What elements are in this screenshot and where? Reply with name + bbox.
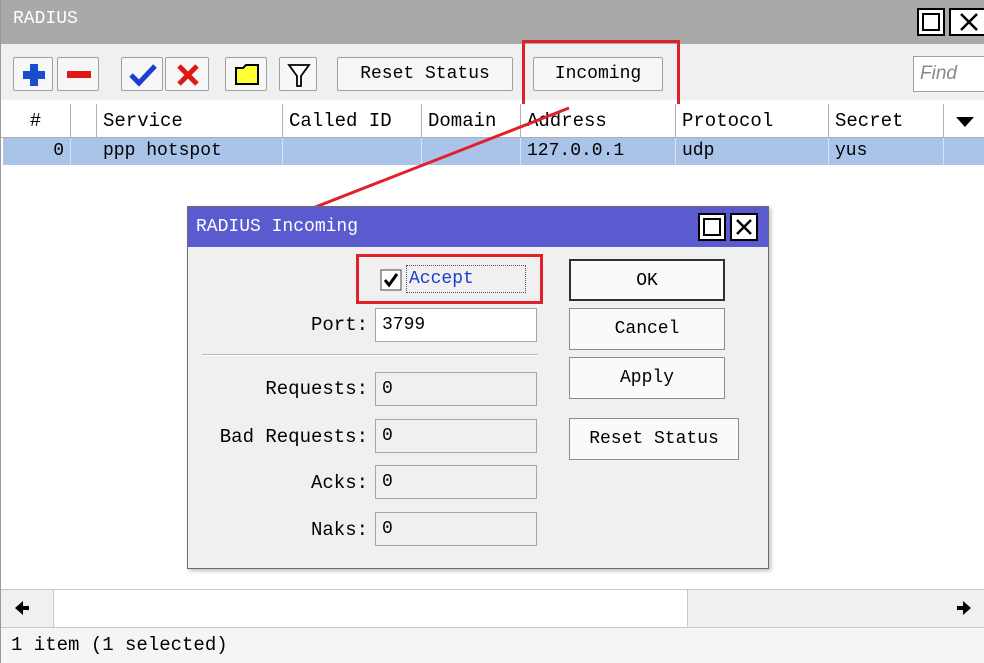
acks-field: 0 — [375, 465, 537, 499]
arrow-left-icon[interactable] — [13, 598, 31, 618]
naks-field: 0 — [375, 512, 537, 546]
dialog-close-button[interactable] — [730, 213, 758, 241]
cancel-button[interactable]: Cancel — [569, 308, 725, 350]
radius-incoming-dialog: RADIUS Incoming Accept Port: 3799 Reques… — [187, 206, 769, 569]
acks-label: Acks: — [310, 472, 368, 494]
radius-window: RADIUS Reset Status Incoming Find # Serv… — [0, 0, 984, 663]
apply-button[interactable]: Apply — [569, 357, 725, 399]
dialog-title: RADIUS Incoming — [196, 217, 359, 237]
reset-status-dialog-button[interactable]: Reset Status — [569, 418, 739, 460]
divider — [202, 354, 538, 356]
maximize-icon — [703, 218, 721, 236]
port-input[interactable]: 3799 — [375, 308, 537, 342]
dialog-maximize-button[interactable] — [698, 213, 726, 241]
naks-label: Naks: — [310, 519, 368, 541]
scrollbar-track[interactable] — [53, 590, 688, 628]
bad-requests-field: 0 — [375, 419, 537, 453]
arrow-right-icon[interactable] — [955, 598, 973, 618]
close-icon — [736, 219, 752, 235]
requests-label: Requests: — [265, 378, 368, 400]
status-text: 1 item (1 selected) — [11, 634, 228, 656]
ok-button[interactable]: OK — [569, 259, 725, 301]
bad-requests-label: Bad Requests: — [219, 426, 368, 448]
port-label: Port: — [310, 314, 368, 336]
horizontal-scrollbar[interactable] — [1, 589, 984, 628]
status-bar: 1 item (1 selected) — [1, 627, 984, 663]
requests-field: 0 — [375, 372, 537, 406]
dialog-titlebar[interactable]: RADIUS Incoming — [188, 207, 768, 247]
accept-highlight-box — [356, 254, 543, 304]
